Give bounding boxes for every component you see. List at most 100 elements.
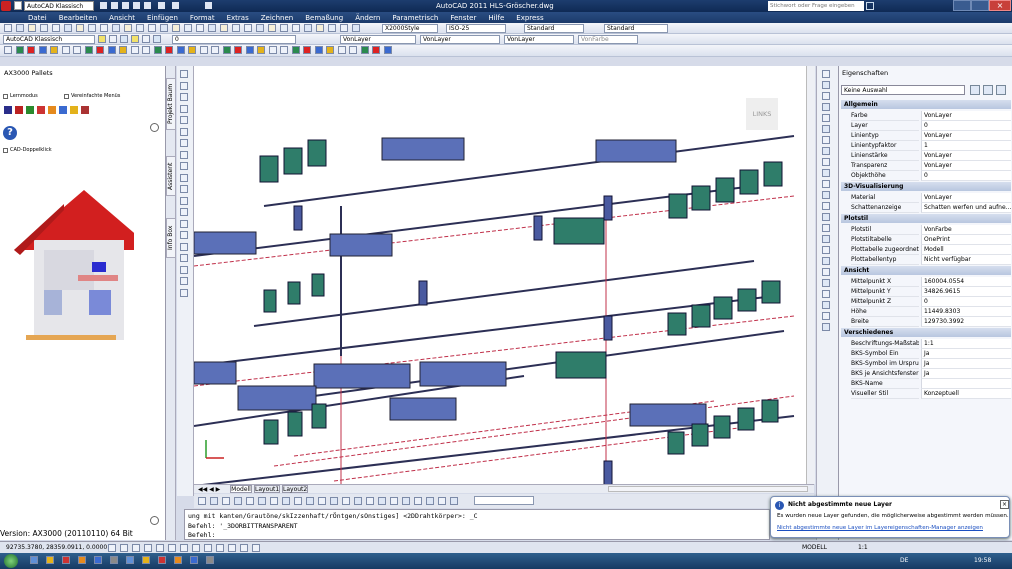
radiator-teal[interactable] [737, 407, 755, 431]
layer-tool-icon[interactable] [153, 35, 161, 43]
toolbar-tool-icon[interactable] [136, 24, 144, 32]
ax3000-tool-icon[interactable] [349, 46, 357, 54]
status-toggle-icon[interactable] [168, 544, 176, 552]
visual-style-icon[interactable] [234, 497, 242, 505]
toolbar-tool-icon[interactable] [4, 24, 12, 32]
table-style-select[interactable]: Standard [524, 24, 584, 33]
ax3000-tool-icon[interactable] [303, 46, 311, 54]
layer-tool-icon[interactable] [142, 35, 150, 43]
pipe-line[interactable] [263, 135, 795, 207]
language-indicator[interactable]: DE [900, 557, 914, 565]
ax3000-tool-icon[interactable] [291, 46, 300, 54]
toolbar-tool-icon[interactable] [340, 24, 348, 32]
radiator-teal[interactable] [283, 147, 303, 175]
draw-tool-icon[interactable] [180, 254, 188, 262]
radiator-blue[interactable] [629, 403, 707, 427]
radiator-teal[interactable] [761, 280, 781, 304]
ax3000-tool-icon[interactable] [165, 46, 173, 54]
drawing-canvas[interactable]: LINKS [194, 66, 806, 484]
modify-tool-icon[interactable] [822, 202, 830, 210]
status-toggle-icon[interactable] [108, 544, 116, 552]
property-section-header[interactable]: Allgemein [841, 100, 1011, 109]
ax3000-tool-icon[interactable] [268, 46, 277, 54]
property-row[interactable]: Transparenz VonLayer [841, 161, 1011, 171]
property-value[interactable]: Ja [921, 369, 1011, 379]
radiator-teal[interactable] [739, 169, 759, 195]
property-value[interactable]: 0 [921, 171, 1011, 181]
text-style-select[interactable]: X2000Style [382, 24, 438, 33]
property-row[interactable]: Plotstiltabelle OnePrint [841, 235, 1011, 245]
status-toggle-icon[interactable] [240, 544, 248, 552]
property-section-header[interactable]: Verschiedenes [841, 328, 1011, 337]
draw-tool-icon[interactable] [180, 173, 188, 182]
visual-style-icon[interactable] [402, 497, 410, 505]
draw-tool-icon[interactable] [180, 93, 188, 101]
ax3000-tool-icon[interactable] [314, 46, 323, 54]
collapse-down-icon[interactable] [150, 516, 159, 525]
draw-tool-icon[interactable] [180, 277, 188, 285]
minimize-button[interactable] [953, 0, 971, 11]
radiator-teal[interactable] [667, 431, 685, 455]
color-select[interactable]: VonLayer [340, 35, 416, 44]
modify-tool-icon[interactable] [822, 257, 830, 265]
ax3000-tool-icon[interactable] [61, 46, 70, 54]
property-row[interactable]: Plottabelle zugeordnet... Modell [841, 245, 1011, 255]
modify-tool-icon[interactable] [822, 125, 830, 133]
ax3000-tool-icon[interactable] [337, 46, 346, 54]
taskbar-app-icon[interactable] [190, 556, 198, 564]
property-row[interactable]: Höhe 11449.8303 [841, 307, 1011, 317]
draw-tool-icon[interactable] [180, 70, 188, 78]
visual-style-icon[interactable] [222, 497, 230, 505]
property-value[interactable]: VonLayer [921, 161, 1011, 171]
modify-tool-icon[interactable] [822, 290, 830, 298]
radiator-blue[interactable] [194, 231, 257, 255]
fitting[interactable] [418, 280, 428, 306]
ax3000-tool-icon[interactable] [176, 46, 185, 54]
status-toggle-icon[interactable] [120, 544, 128, 552]
horizontal-scrollbar[interactable] [608, 486, 808, 492]
property-section-header[interactable]: Ansicht [841, 266, 1011, 275]
radiator-teal[interactable] [311, 403, 327, 429]
toolbar-tool-icon[interactable] [292, 24, 300, 32]
visual-style-icon[interactable] [258, 497, 266, 505]
menu-item[interactable]: Zeichnen [261, 13, 294, 23]
fitting[interactable] [603, 195, 613, 221]
radiator-teal[interactable] [691, 423, 709, 447]
radiator-blue[interactable] [313, 363, 411, 389]
property-value[interactable]: Ja [921, 349, 1011, 359]
toolbar-tool-icon[interactable] [328, 24, 336, 32]
property-row[interactable]: Layer 0 [841, 121, 1011, 131]
draw-tool-icon[interactable] [180, 196, 188, 205]
toolbar-tool-icon[interactable] [304, 24, 312, 32]
ax3000-toolbar-icons[interactable] [4, 45, 404, 56]
status-toggle-icon[interactable] [192, 544, 200, 552]
draw-tool-icon[interactable] [180, 231, 188, 239]
search-icon[interactable] [866, 2, 874, 10]
viewcube[interactable]: LINKS [746, 98, 778, 130]
modify-tool-icon[interactable] [822, 169, 830, 177]
toolbar-tool-icon[interactable] [52, 24, 60, 32]
ax3000-tool-icon[interactable] [4, 46, 12, 54]
collapse-up-icon[interactable] [150, 123, 159, 132]
visual-style-icon[interactable] [438, 497, 446, 505]
radiator-blue[interactable] [381, 137, 465, 161]
modify-tool-icon[interactable] [822, 301, 830, 309]
search-input[interactable]: Stichwort oder Frage eingeben [768, 1, 864, 11]
command-line[interactable]: ung mit kanten/Grautöne/skIzzenhaft/rÖnt… [184, 509, 770, 540]
mleader-style-select[interactable]: Standard [604, 24, 668, 33]
property-row[interactable]: Mittelpunkt Y 34826.9615 [841, 287, 1011, 297]
property-row[interactable]: BKS je Ansichtsfenster Ja [841, 369, 1011, 379]
ax3000-tool-icon[interactable] [15, 46, 24, 54]
workspace-toolbar-select[interactable]: AutoCAD Klassisch [3, 35, 95, 44]
toolbar-tool-icon[interactable] [64, 24, 72, 32]
ax3000-tool-icon[interactable] [234, 46, 242, 54]
menu-item[interactable]: Parametrisch [392, 13, 438, 23]
start-button[interactable] [4, 554, 18, 568]
menu-item[interactable]: Ansicht [109, 13, 135, 23]
radiator-teal[interactable] [668, 193, 688, 219]
radiator-teal[interactable] [715, 177, 735, 203]
toolbar-tool-icon[interactable] [124, 24, 132, 32]
infocenter-icons[interactable] [878, 2, 928, 10]
modify-tool-icon[interactable] [822, 268, 830, 276]
notification-link[interactable]: Nicht abgestimmte neue Layer im Layereig… [777, 525, 1007, 534]
